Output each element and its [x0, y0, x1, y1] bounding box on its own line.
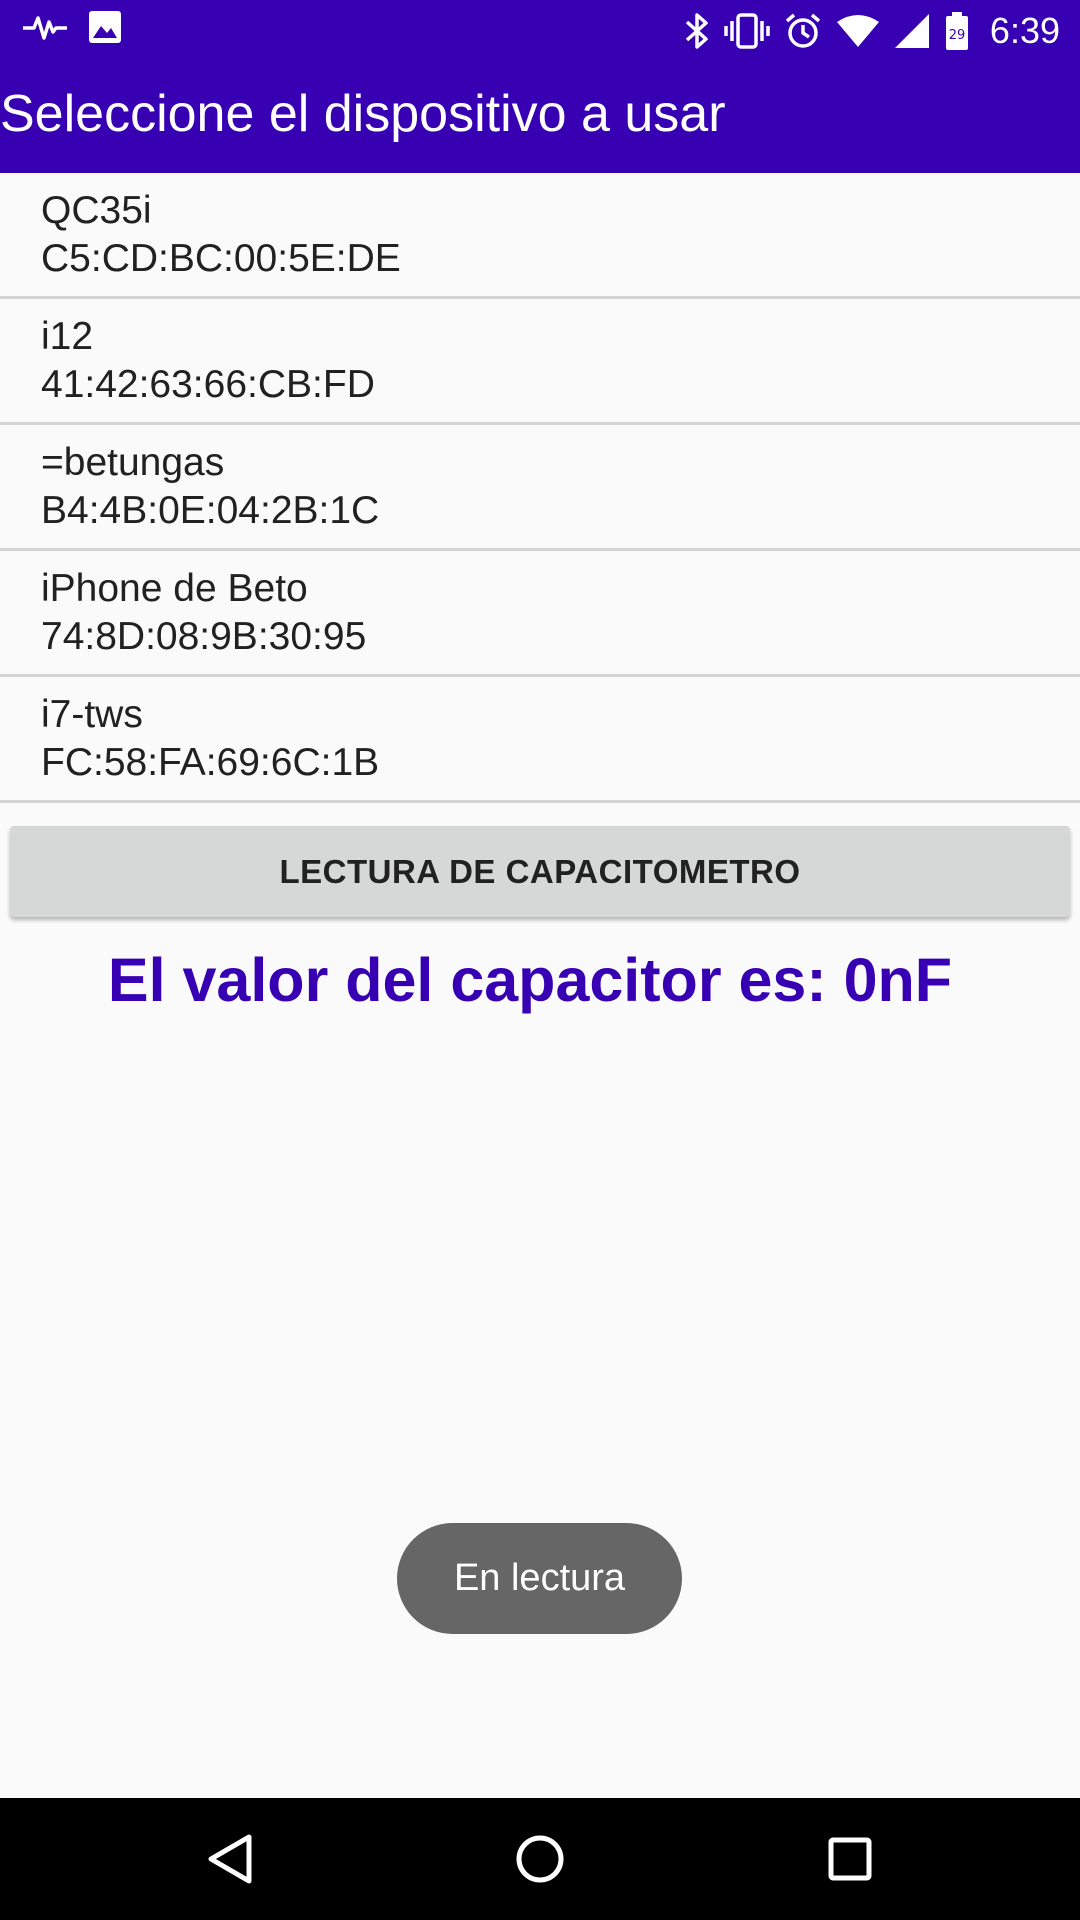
- navigation-bar: [0, 1798, 1080, 1920]
- signal-icon: [894, 13, 930, 49]
- device-name: QC35i: [41, 188, 152, 232]
- device-address: 74:8D:08:9B:30:95: [41, 614, 367, 658]
- back-icon[interactable]: [200, 1829, 260, 1889]
- svg-text:29: 29: [949, 28, 966, 43]
- device-address: B4:4B:0E:04:2B:1C: [41, 488, 380, 532]
- list-item[interactable]: i12 41:42:63:66:CB:FD: [0, 299, 1080, 425]
- device-name: iPhone de Beto: [41, 566, 308, 610]
- status-time: 6:39: [989, 10, 1060, 51]
- device-address: FC:58:FA:69:6C:1B: [41, 740, 380, 784]
- home-icon[interactable]: [510, 1829, 570, 1889]
- device-name: =betungas: [41, 440, 225, 484]
- bluetooth-icon: [684, 12, 710, 50]
- capacitor-value-text: El valor del capacitor es: 0nF: [107, 946, 953, 1014]
- list-item[interactable]: iPhone de Beto 74:8D:08:9B:30:95: [0, 551, 1080, 677]
- alarm-icon: [784, 12, 822, 50]
- app-bar: Seleccione el dispositivo a usar: [0, 62, 1080, 173]
- toast-message: En lectura: [397, 1523, 682, 1634]
- wifi-icon: [836, 14, 880, 48]
- device-list: QC35i C5:CD:BC:00:5E:DE i12 41:42:63:66:…: [0, 173, 1080, 803]
- read-capacitometer-button[interactable]: LECTURA DE CAPACITOMETRO: [10, 826, 1070, 917]
- image-icon: [88, 10, 122, 44]
- device-address: C5:CD:BC:00:5E:DE: [41, 236, 401, 280]
- recents-icon[interactable]: [820, 1829, 880, 1889]
- vibrate-icon: [724, 13, 770, 49]
- list-item[interactable]: QC35i C5:CD:BC:00:5E:DE: [0, 173, 1080, 299]
- device-address: 41:42:63:66:CB:FD: [41, 362, 375, 406]
- pulse-icon: [22, 12, 68, 42]
- device-name: i12: [41, 314, 94, 358]
- list-item[interactable]: =betungas B4:4B:0E:04:2B:1C: [0, 425, 1080, 551]
- page-title: Seleccione el dispositivo a usar: [0, 85, 726, 143]
- battery-icon: 29: [944, 11, 970, 51]
- status-bar: 29 6:39: [0, 0, 1080, 62]
- list-item[interactable]: i7-tws FC:58:FA:69:6C:1B: [0, 677, 1080, 803]
- device-name: i7-tws: [41, 692, 143, 736]
